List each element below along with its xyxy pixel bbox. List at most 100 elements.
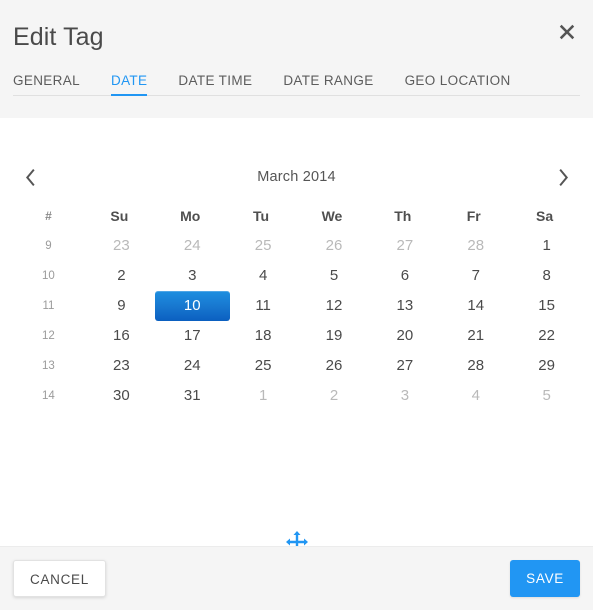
tab-date-time[interactable]: DATE TIME: [178, 73, 252, 95]
calendar-day-cell: 5: [297, 261, 368, 291]
calendar-day[interactable]: 9: [84, 291, 159, 321]
week-number-cell: 11: [13, 291, 84, 321]
week-number-cell: 13: [13, 351, 84, 381]
save-button[interactable]: SAVE: [510, 560, 580, 597]
calendar-day-cell: 1: [509, 231, 580, 261]
calendar-day[interactable]: 8: [509, 261, 584, 291]
calendar-day-cell: 28: [438, 351, 509, 381]
calendar-day[interactable]: 15: [509, 291, 584, 321]
calendar-day[interactable]: 5: [297, 261, 372, 291]
calendar-day[interactable]: 26: [297, 351, 372, 381]
tab-geo-location[interactable]: GEO LOCATION: [405, 73, 511, 95]
calendar-day[interactable]: 22: [509, 321, 584, 351]
calendar-day-cell: 19: [297, 321, 368, 351]
calendar-month-label: March 2014: [257, 169, 336, 185]
calendar-day-cell: 15: [509, 291, 580, 321]
week-number-cell: 9: [13, 231, 84, 261]
calendar-week-row: 11 9 10 11 12 13 14 15: [13, 291, 580, 321]
calendar-day[interactable]: 2: [297, 381, 372, 411]
calendar-day[interactable]: 13: [367, 291, 442, 321]
calendar-day[interactable]: 4: [226, 261, 301, 291]
calendar-day[interactable]: 21: [438, 321, 513, 351]
calendar-day-cell: 2: [297, 381, 368, 411]
calendar-day-cell: 14: [438, 291, 509, 321]
calendar-day[interactable]: 18: [226, 321, 301, 351]
calendar-day[interactable]: 30: [84, 381, 159, 411]
weekday-header-tu: Tu: [253, 208, 270, 224]
calendar-week-row: 14 30 31 1 2 3 4 5: [13, 381, 580, 411]
calendar-day[interactable]: 23: [84, 351, 159, 381]
calendar-day-cell: 2: [84, 261, 155, 291]
week-number: 10: [42, 270, 55, 282]
calendar-day[interactable]: 5: [509, 381, 584, 411]
calendar-week-row: 12 16 17 18 19 20 21 22: [13, 321, 580, 351]
dialog-footer: CANCEL SAVE: [0, 546, 593, 610]
calendar-day[interactable]: 2: [84, 261, 159, 291]
calendar-day-cell: 24: [155, 351, 226, 381]
week-number: 11: [42, 300, 55, 312]
week-number-cell: 14: [13, 381, 84, 411]
calendar-day-cell: 4: [438, 381, 509, 411]
dialog-body: March 2014 # Su Mo Tu We Th Fr Sa 9 23 2…: [0, 118, 593, 546]
calendar-day[interactable]: 25: [226, 231, 301, 261]
calendar-day[interactable]: 20: [367, 321, 442, 351]
chevron-left-icon[interactable]: [13, 162, 47, 192]
tab-date[interactable]: DATE: [110, 73, 148, 96]
week-number: 13: [42, 360, 55, 372]
calendar-day-cell: 20: [367, 321, 438, 351]
calendar-header-row: # Su Mo Tu We Th Fr Sa: [13, 200, 580, 231]
calendar-day[interactable]: 3: [367, 381, 442, 411]
calendar-day[interactable]: 1: [509, 231, 584, 261]
calendar-day-cell: 27: [367, 351, 438, 381]
calendar-day[interactable]: 7: [438, 261, 513, 291]
calendar-day[interactable]: 19: [297, 321, 372, 351]
calendar-day[interactable]: 11: [226, 291, 301, 321]
calendar-day[interactable]: 1: [226, 381, 301, 411]
calendar-day-cell: 1: [226, 381, 297, 411]
calendar-day-cell: 17: [155, 321, 226, 351]
calendar-body: 9 23 24 25 26 27 28 1 10 2 3 4 5 6 7 8 11 9 10 11 12 13 14 15 12…: [13, 231, 580, 411]
calendar-day-cell: 29: [509, 351, 580, 381]
calendar-day[interactable]: 28: [438, 231, 513, 261]
calendar-day[interactable]: 28: [438, 351, 513, 381]
edit-tag-dialog: Edit Tag GENERAL DATE DATE TIME DATE RAN…: [0, 0, 593, 610]
weekday-header-th: Th: [394, 208, 412, 224]
calendar-day[interactable]: 24: [155, 351, 230, 381]
calendar-day-cell: 28: [438, 231, 509, 261]
calendar-day[interactable]: 27: [367, 231, 442, 261]
calendar-day[interactable]: 25: [226, 351, 301, 381]
tab-general[interactable]: GENERAL: [13, 73, 80, 95]
week-number: 12: [42, 330, 55, 342]
calendar-day[interactable]: 31: [155, 381, 230, 411]
tab-date-range[interactable]: DATE RANGE: [283, 73, 373, 95]
calendar-day[interactable]: 12: [297, 291, 372, 321]
close-icon[interactable]: [552, 17, 582, 47]
calendar-day[interactable]: 14: [438, 291, 513, 321]
calendar-day[interactable]: 27: [367, 351, 442, 381]
calendar-day[interactable]: 29: [509, 351, 584, 381]
calendar-day[interactable]: 17: [155, 321, 230, 351]
calendar-day-cell: 7: [438, 261, 509, 291]
tab-bar: GENERAL DATE DATE TIME DATE RANGE GEO LO…: [13, 67, 580, 96]
calendar-day-selected[interactable]: 10: [154, 291, 230, 321]
cancel-button[interactable]: CANCEL: [13, 560, 106, 597]
calendar-day-cell: 21: [438, 321, 509, 351]
calendar-day-cell: 30: [84, 381, 155, 411]
calendar-day-cell: 18: [226, 321, 297, 351]
calendar-day-cell: 23: [84, 231, 155, 261]
calendar-day[interactable]: 24: [155, 231, 230, 261]
calendar-navigation: March 2014: [13, 160, 580, 194]
weekday-header-fr: Fr: [466, 208, 481, 224]
calendar-day-cell: 5: [509, 381, 580, 411]
calendar-day[interactable]: 3: [155, 261, 230, 291]
move-arrows-icon[interactable]: [285, 531, 308, 546]
calendar-day-cell: 24: [155, 231, 226, 261]
calendar-day-cell: 22: [509, 321, 580, 351]
calendar-day[interactable]: 6: [367, 261, 442, 291]
chevron-right-icon[interactable]: [546, 162, 580, 192]
calendar-day-cell: 8: [509, 261, 580, 291]
calendar-day[interactable]: 4: [438, 381, 513, 411]
calendar-day[interactable]: 26: [297, 231, 372, 261]
calendar-day[interactable]: 16: [84, 321, 159, 351]
calendar-day[interactable]: 23: [84, 231, 159, 261]
